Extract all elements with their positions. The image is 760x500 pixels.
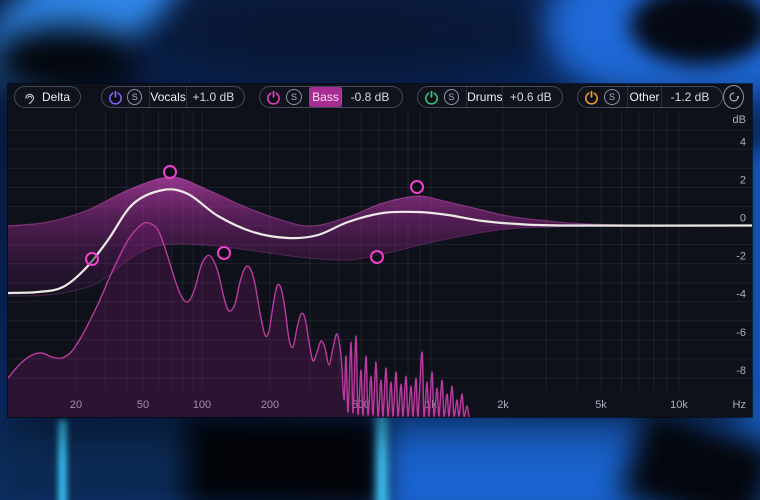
wallpaper-shape [185, 415, 385, 500]
eq-band-handle[interactable] [218, 247, 230, 259]
band-name-drums[interactable]: Drums [467, 90, 502, 104]
svg-text:-6: -6 [736, 327, 746, 339]
delta-label: Delta [42, 90, 70, 104]
ear-icon [22, 90, 37, 105]
svg-text:5k: 5k [595, 399, 607, 411]
delta-button[interactable]: Delta [14, 86, 81, 108]
svg-text:-8: -8 [736, 365, 746, 377]
band-group-drums: S Drums +0.6 dB [417, 86, 563, 108]
eq-band-handle[interactable] [411, 181, 423, 193]
power-icon[interactable] [106, 88, 124, 107]
wallpaper-shape [58, 420, 67, 500]
wallpaper-shape [150, 0, 580, 80]
power-icon[interactable] [582, 88, 601, 107]
svg-text:10k: 10k [670, 399, 688, 411]
band-group-bass: S Bass -0.8 dB [259, 86, 403, 108]
wallpaper-shape [0, 415, 200, 500]
svg-text:4: 4 [740, 136, 746, 148]
band-gain-vocals[interactable]: +1.0 dB [187, 90, 240, 104]
svg-text:dB: dB [733, 114, 746, 126]
y-axis-labels: dB 4 2 0 -2 -4 -6 -8 [733, 114, 746, 377]
eq-band-handle[interactable] [371, 251, 383, 263]
dynamic-band-fill [8, 177, 648, 296]
svg-text:-4: -4 [736, 289, 746, 301]
power-icon[interactable] [422, 88, 441, 107]
band-name-other[interactable]: Other [628, 90, 661, 104]
band-gain-bass[interactable]: -0.8 dB [342, 90, 398, 104]
svg-text:2k: 2k [497, 399, 509, 411]
solo-button[interactable]: S [604, 89, 620, 105]
band-gain-drums[interactable]: +0.6 dB [503, 90, 558, 104]
plugin-window: Delta S Vocals +1.0 dB [8, 84, 752, 417]
band-gain-other[interactable]: -1.2 dB [662, 90, 718, 104]
eq-band-handle[interactable] [86, 253, 98, 265]
power-icon[interactable] [264, 88, 283, 107]
toolbar: Delta S Vocals +1.0 dB [8, 84, 752, 110]
band-name-vocals[interactable]: Vocals [150, 90, 185, 104]
eq-band-handle[interactable] [164, 166, 176, 178]
solo-button[interactable]: S [286, 89, 302, 105]
band-name-bass-selected[interactable]: Bass [309, 87, 342, 107]
svg-text:Hz: Hz [733, 399, 746, 411]
svg-text:-2: -2 [736, 251, 746, 263]
reset-icon [726, 89, 742, 105]
desktop-wallpaper: Delta S Vocals +1.0 dB [0, 0, 760, 500]
svg-text:0: 0 [740, 213, 746, 225]
svg-text:2: 2 [740, 174, 746, 186]
eq-graph[interactable]: dB420-2-4-6-820501002005001k2k5k10kHz [8, 110, 752, 417]
band-group-vocals: S Vocals +1.0 dB [101, 86, 245, 108]
solo-button[interactable]: S [127, 89, 142, 105]
band-group-other: S Other -1.2 dB [577, 86, 723, 108]
solo-button[interactable]: S [444, 89, 460, 105]
wallpaper-shape [376, 414, 388, 500]
band-groups: S Vocals +1.0 dB S [101, 86, 723, 108]
reset-button[interactable] [723, 85, 744, 109]
eq-graph-area[interactable]: dB420-2-4-6-820501002005001k2k5k10kHz [8, 110, 752, 417]
